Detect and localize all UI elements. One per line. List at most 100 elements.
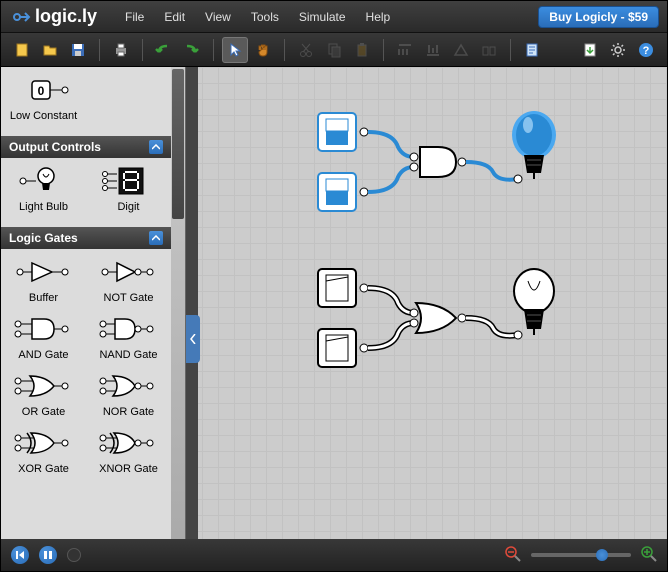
- palette-label: Digit: [86, 201, 171, 213]
- xnor-gate-icon: [86, 426, 171, 460]
- palette-item-nor[interactable]: NOR Gate: [86, 369, 171, 418]
- cut-button[interactable]: [293, 37, 319, 63]
- svg-text:0: 0: [37, 84, 44, 98]
- palette-item-buffer[interactable]: Buffer: [1, 255, 86, 304]
- palette-label: Light Bulb: [1, 201, 86, 213]
- pointer-tool-button[interactable]: [222, 37, 248, 63]
- buy-button[interactable]: Buy Logicly - $59: [538, 6, 659, 28]
- paste-button[interactable]: [349, 37, 375, 63]
- save-button[interactable]: [65, 37, 91, 63]
- palette-label: Buffer: [1, 292, 86, 304]
- menu-edit[interactable]: Edit: [154, 4, 195, 30]
- and-gate-icon: [1, 312, 86, 346]
- menu-bar: logic.ly File Edit View Tools Simulate H…: [1, 1, 667, 33]
- zoom-slider[interactable]: [531, 553, 631, 557]
- copy-button[interactable]: [321, 37, 347, 63]
- pan-tool-button[interactable]: [250, 37, 276, 63]
- menu-simulate[interactable]: Simulate: [289, 4, 356, 30]
- menu-help[interactable]: Help: [356, 4, 401, 30]
- notes-button[interactable]: [519, 37, 545, 63]
- palette-label: Low Constant: [1, 110, 86, 122]
- settings-button[interactable]: [605, 37, 631, 63]
- or-gate-icon: [1, 369, 86, 403]
- palette-logic-gates: Buffer NOT Gate AND Gate NAND Gate: [1, 249, 171, 489]
- nor-gate-icon: [86, 369, 171, 403]
- light-bulb-on[interactable]: [512, 111, 556, 179]
- print-button[interactable]: [108, 37, 134, 63]
- and-gate[interactable]: [420, 147, 456, 177]
- sidebar-scrollbar-thumb[interactable]: [172, 69, 184, 219]
- circuit-diagram: [198, 67, 668, 537]
- collapse-icon[interactable]: [149, 231, 163, 245]
- redo-button[interactable]: [179, 37, 205, 63]
- seven-segment-icon: [86, 164, 171, 198]
- app-name: logic.ly: [35, 6, 97, 27]
- palette-label: OR Gate: [1, 406, 86, 418]
- undo-button[interactable]: [151, 37, 177, 63]
- align-center-button[interactable]: [420, 37, 446, 63]
- palette-input-controls: 0 Low Constant: [1, 67, 171, 136]
- palette-item-xor[interactable]: XOR Gate: [1, 426, 86, 475]
- sim-status-indicator: [67, 548, 81, 562]
- toggle-switch-on[interactable]: [318, 173, 356, 211]
- palette-label: AND Gate: [1, 349, 86, 361]
- xor-gate-icon: [1, 426, 86, 460]
- palette-item-and[interactable]: AND Gate: [1, 312, 86, 361]
- palette-item-digit[interactable]: Digit: [86, 164, 171, 213]
- palette-label: NOT Gate: [86, 292, 171, 304]
- section-header-logic-gates[interactable]: Logic Gates: [1, 227, 171, 249]
- open-file-button[interactable]: [37, 37, 63, 63]
- new-file-button[interactable]: [9, 37, 35, 63]
- restart-sim-button[interactable]: [11, 546, 29, 564]
- menu-tools[interactable]: Tools: [241, 4, 289, 30]
- help-button[interactable]: ?: [633, 37, 659, 63]
- pause-sim-button[interactable]: [39, 546, 57, 564]
- palette-label: XNOR Gate: [86, 463, 171, 475]
- circuit-b[interactable]: [318, 269, 554, 367]
- toggle-switch-off[interactable]: [318, 329, 356, 367]
- sidebar-scrollbar[interactable]: [171, 67, 185, 539]
- zoom-out-button[interactable]: [505, 546, 521, 565]
- app-logo: logic.ly: [9, 6, 97, 27]
- palette-item-nand[interactable]: NAND Gate: [86, 312, 171, 361]
- svg-text:?: ?: [643, 45, 650, 57]
- light-bulb-off[interactable]: [514, 269, 554, 335]
- palette-item-low-constant[interactable]: 0 Low Constant: [1, 73, 86, 122]
- status-bar: [1, 539, 667, 571]
- palette-item-not[interactable]: NOT Gate: [86, 255, 171, 304]
- not-gate-icon: [86, 255, 171, 289]
- workspace: 0 Low Constant Output Controls Light Bul…: [1, 67, 667, 539]
- component-sidebar: 0 Low Constant Output Controls Light Bul…: [1, 67, 186, 539]
- buffer-icon: [1, 255, 86, 289]
- zoom-slider-thumb[interactable]: [596, 549, 608, 561]
- low-constant-icon: 0: [1, 73, 86, 107]
- align-right-button[interactable]: [448, 37, 474, 63]
- or-gate[interactable]: [416, 303, 456, 333]
- toolbar: ?: [1, 33, 667, 67]
- align-left-button[interactable]: [392, 37, 418, 63]
- palette-item-xnor[interactable]: XNOR Gate: [86, 426, 171, 475]
- menu-view[interactable]: View: [195, 4, 241, 30]
- menu-file[interactable]: File: [115, 4, 154, 30]
- zoom-in-button[interactable]: [641, 546, 657, 565]
- collapse-icon[interactable]: [149, 140, 163, 154]
- circuit-a[interactable]: [318, 111, 556, 211]
- canvas-left-gutter: [186, 67, 198, 539]
- palette-label: NAND Gate: [86, 349, 171, 361]
- palette-output-controls: Light Bulb Digit: [1, 158, 171, 227]
- nand-gate-icon: [86, 312, 171, 346]
- section-title: Logic Gates: [9, 231, 78, 245]
- toggle-switch-on[interactable]: [318, 113, 356, 151]
- palette-label: NOR Gate: [86, 406, 171, 418]
- section-header-output-controls[interactable]: Output Controls: [1, 136, 171, 158]
- section-title: Output Controls: [9, 140, 101, 154]
- palette-item-or[interactable]: OR Gate: [1, 369, 86, 418]
- palette-label: XOR Gate: [1, 463, 86, 475]
- export-button[interactable]: [577, 37, 603, 63]
- palette-item-light-bulb[interactable]: Light Bulb: [1, 164, 86, 213]
- canvas[interactable]: [186, 67, 667, 539]
- light-bulb-icon: [1, 164, 86, 198]
- align-justify-button[interactable]: [476, 37, 502, 63]
- toggle-switch-off[interactable]: [318, 269, 356, 307]
- logo-icon: [9, 8, 31, 26]
